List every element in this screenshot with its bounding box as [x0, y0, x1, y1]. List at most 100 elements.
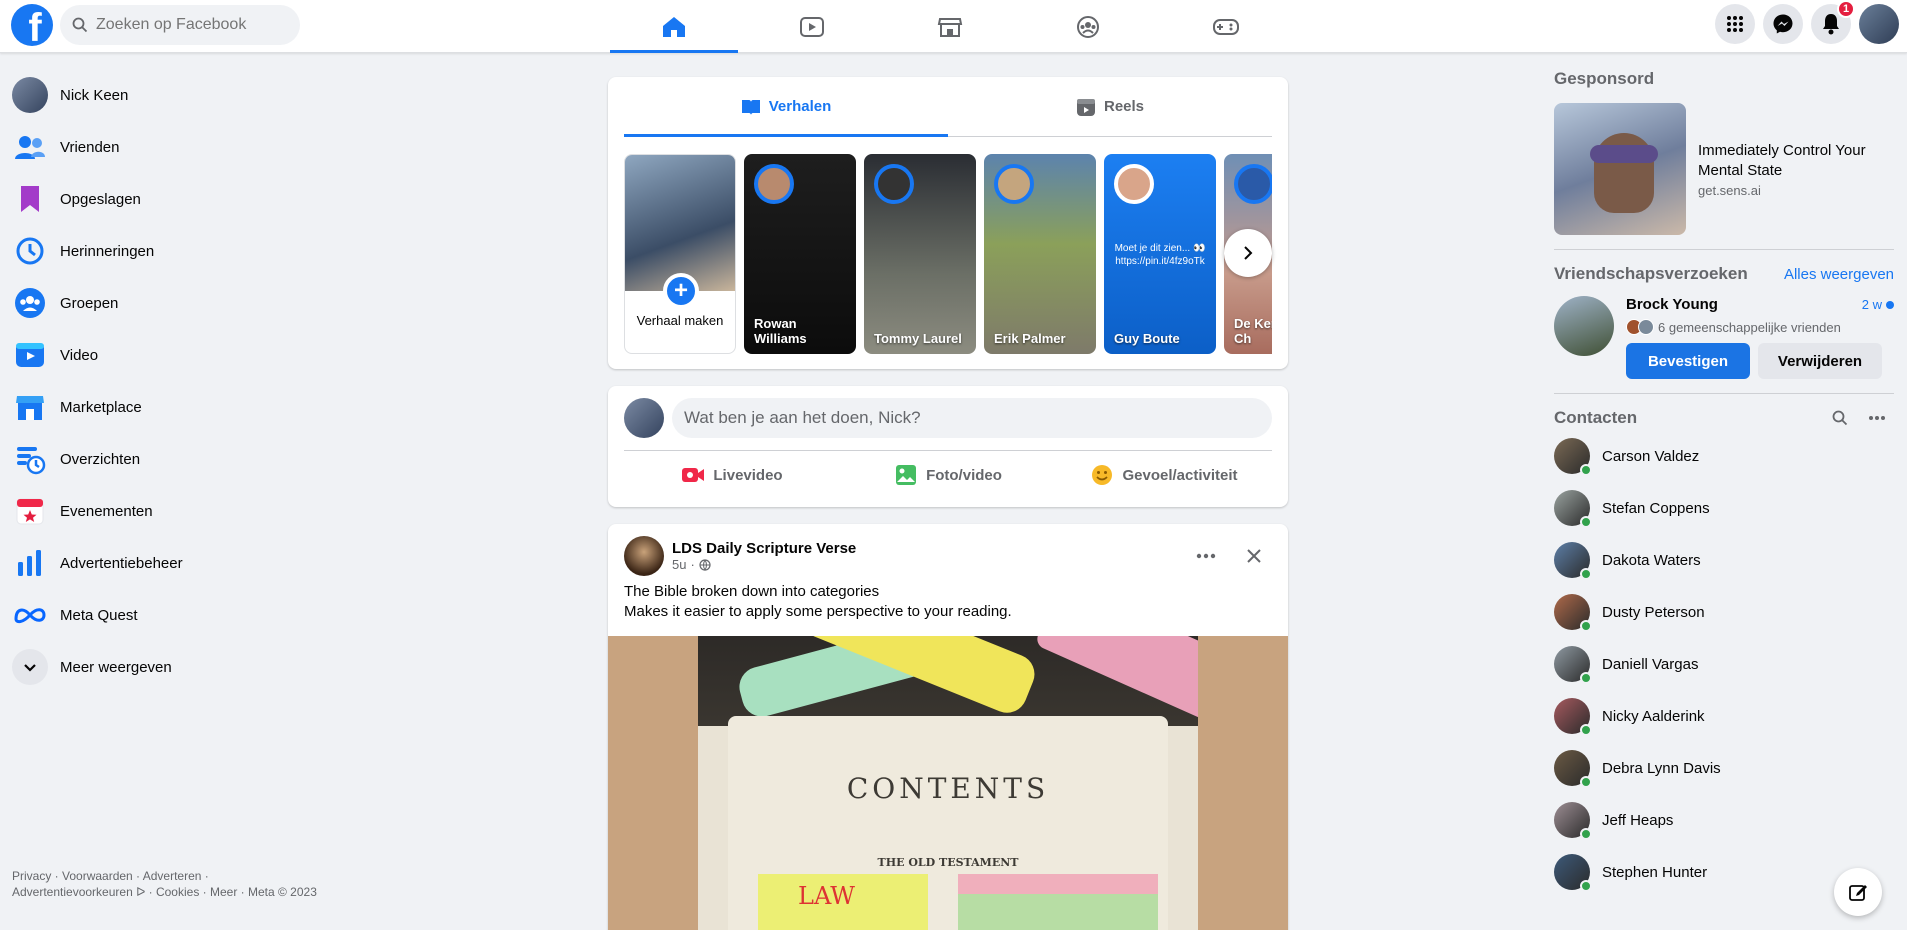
post-image[interactable]: CONTENTS THE OLD TESTAMENT LAW: [608, 636, 1288, 930]
story-text: Moet je dit zien... 👀 https://pin.it/4fz…: [1114, 243, 1206, 267]
sidebar-item-friends[interactable]: Vrienden: [0, 121, 320, 173]
sidebar-see-more[interactable]: Meer weergeven: [0, 641, 320, 693]
more-icon[interactable]: [1868, 415, 1886, 421]
nav-gaming-tab[interactable]: [1162, 0, 1290, 53]
main-nav: [610, 0, 1300, 53]
feeling-label: Gevoel/activiteit: [1122, 466, 1238, 484]
requester-avatar[interactable]: [1554, 296, 1614, 356]
mutual-friends[interactable]: 6 gemeenschappelijke vrienden: [1658, 320, 1841, 335]
contact-item[interactable]: Nicky Aalderink: [1554, 690, 1894, 742]
contacts-heading: Contacten: [1554, 408, 1638, 427]
menu-button[interactable]: [1715, 4, 1755, 44]
image-subtitle: THE OLD TESTAMENT: [877, 856, 1019, 869]
messenger-button[interactable]: [1763, 4, 1803, 44]
sidebar-item-meta-quest[interactable]: Meta Quest: [0, 589, 320, 641]
contact-item[interactable]: Daniell Vargas: [1554, 638, 1894, 690]
post-time[interactable]: 5u: [672, 557, 686, 572]
hide-post-button[interactable]: [1236, 538, 1272, 574]
online-indicator: [1580, 672, 1592, 684]
marketplace-icon: [937, 17, 963, 37]
live-video-button[interactable]: Livevideo: [624, 455, 840, 495]
contact-name: Daniell Vargas: [1602, 655, 1699, 673]
requester-name[interactable]: Brock Young: [1626, 296, 1718, 313]
tab-reels[interactable]: Reels: [948, 77, 1272, 136]
search-icon[interactable]: [1832, 410, 1848, 426]
nav-marketplace-tab[interactable]: [886, 0, 1014, 53]
sidebar-item-marketplace[interactable]: Marketplace: [0, 381, 320, 433]
sidebar-item-profile[interactable]: Nick Keen: [0, 69, 320, 121]
contact-name: Carson Valdez: [1602, 447, 1700, 465]
tab-stories[interactable]: Verhalen: [624, 77, 948, 137]
sidebar-item-groups[interactable]: Groepen: [0, 277, 320, 329]
new-message-button[interactable]: [1834, 868, 1882, 916]
messenger-icon: [1773, 14, 1793, 34]
contact-item[interactable]: Stefan Coppens: [1554, 482, 1894, 534]
see-all-requests-link[interactable]: Alles weergeven: [1784, 266, 1894, 283]
post-author-avatar[interactable]: [624, 536, 664, 576]
contact-item[interactable]: Debra Lynn Davis: [1554, 742, 1894, 794]
calendar-icon: [16, 498, 44, 525]
facebook-logo[interactable]: f: [11, 4, 53, 46]
account-avatar[interactable]: [1859, 4, 1899, 44]
nav-video-tab[interactable]: [748, 0, 876, 53]
tab-label: Verhalen: [768, 98, 832, 115]
contact-name: Dusty Peterson: [1602, 603, 1705, 621]
online-indicator: [1580, 516, 1592, 528]
story-card[interactable]: Erik Palmer: [984, 154, 1096, 354]
contact-item[interactable]: Dakota Waters: [1554, 534, 1894, 586]
footer-links[interactable]: Privacy · Voorwaarden · Adverteren · Adv…: [12, 868, 322, 900]
delete-button[interactable]: Verwijderen: [1758, 343, 1882, 379]
post-author[interactable]: LDS Daily Scripture Verse: [672, 540, 856, 557]
sidebar-item-video[interactable]: Video: [0, 329, 320, 381]
online-indicator: [1580, 880, 1592, 892]
story-card[interactable]: Moet je dit zien... 👀 https://pin.it/4fz…: [1104, 154, 1216, 354]
plus-icon: +: [663, 273, 699, 309]
ad-domain: get.sens.ai: [1698, 182, 1761, 198]
feeds-icon: [17, 447, 46, 475]
nav-home-tab[interactable]: [610, 0, 738, 53]
globe-icon: [699, 558, 711, 571]
contact-item[interactable]: Jeff Heaps: [1554, 794, 1894, 846]
online-indicator: [1580, 724, 1592, 736]
contact-avatar: [1554, 802, 1592, 840]
sidebar-item-ads-manager[interactable]: Advertentiebeheer: [0, 537, 320, 589]
gaming-icon: [1213, 18, 1239, 35]
composer-input[interactable]: Wat ben je aan het doen, Nick?: [672, 398, 1272, 438]
unread-dot: [1886, 300, 1894, 309]
contact-name: Nicky Aalderink: [1602, 707, 1705, 725]
nav-groups-tab[interactable]: [1024, 0, 1152, 53]
contact-item[interactable]: Dusty Peterson: [1554, 586, 1894, 638]
story-card[interactable]: Tommy Laurel: [864, 154, 976, 354]
create-story[interactable]: + Verhaal maken: [624, 154, 736, 354]
sidebar-item-label: Nick Keen: [60, 86, 129, 104]
page-scrollbar[interactable]: [1898, 53, 1907, 930]
sidebar-item-saved[interactable]: Opgeslagen: [0, 173, 320, 225]
feeling-button[interactable]: Gevoel/activiteit: [1056, 455, 1272, 495]
create-story-label: Verhaal maken: [636, 313, 724, 328]
photo-video-label: Foto/video: [926, 466, 1002, 484]
search-box[interactable]: [60, 5, 300, 45]
search-input[interactable]: [96, 16, 286, 34]
sidebar-item-label: Meta Quest: [60, 606, 138, 624]
post-options-button[interactable]: [1188, 538, 1224, 574]
reels-icon: [1076, 98, 1095, 116]
sponsored-ad[interactable]: Immediately Control Your Mental State ge…: [1554, 103, 1894, 235]
story-name: De Kerk Jezus Ch: [1234, 316, 1272, 346]
sidebar-item-feeds[interactable]: Overzichten: [0, 433, 320, 485]
notifications-button[interactable]: 1: [1811, 0, 1855, 44]
sidebar-item-events[interactable]: Evenementen: [0, 485, 320, 537]
notification-badge: 1: [1837, 0, 1855, 18]
contact-item[interactable]: Carson Valdez: [1554, 430, 1894, 482]
sidebar-item-memories[interactable]: Herinneringen: [0, 225, 320, 277]
live-video-icon: [682, 468, 705, 482]
sidebar-item-label: Herinneringen: [60, 242, 155, 260]
story-name: Rowan Williams: [754, 316, 807, 346]
stories-next-button[interactable]: [1224, 229, 1272, 277]
photo-video-button[interactable]: Foto/video: [840, 455, 1056, 495]
close-icon: [1247, 549, 1261, 563]
contact-name: Dakota Waters: [1602, 551, 1701, 569]
friend-request: Brock Young 2 w 6 gemeenschappelijke vri…: [1554, 296, 1894, 379]
story-card[interactable]: Rowan Williams: [744, 154, 856, 354]
contact-name: Stefan Coppens: [1602, 499, 1710, 517]
confirm-button[interactable]: Bevestigen: [1626, 343, 1750, 379]
